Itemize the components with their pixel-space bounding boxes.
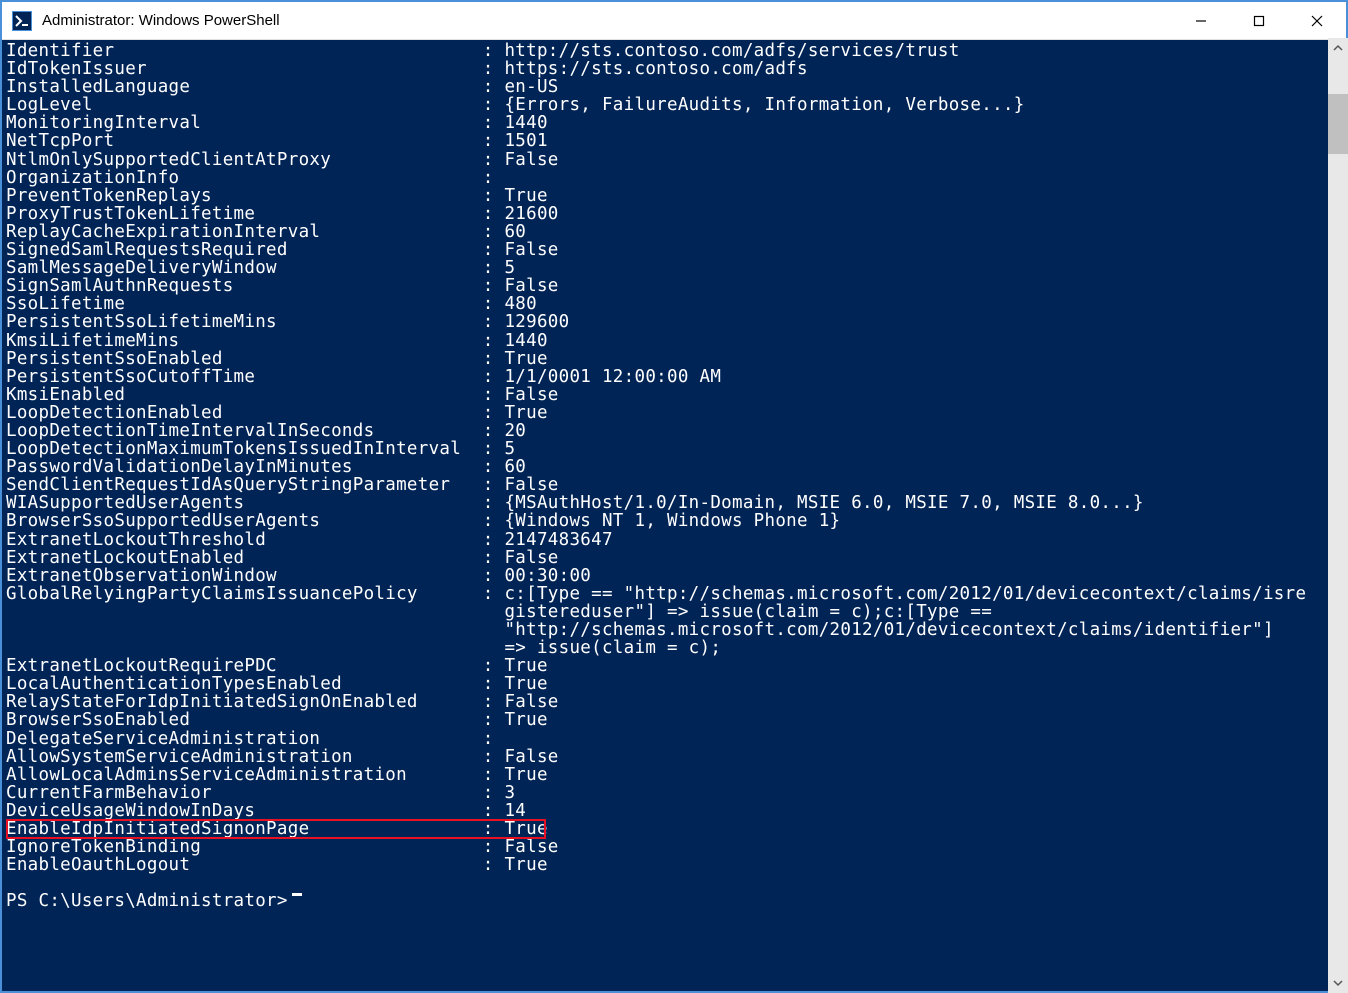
property-row: PersistentSsoCutoffTime : 1/1/0001 12:00… [6,368,1346,386]
property-row: LoopDetectionTimeIntervalInSeconds : 20 [6,422,1346,440]
property-row: ExtranetLockoutEnabled : False [6,549,1346,567]
window-title: Administrator: Windows PowerShell [42,12,1172,29]
vertical-scrollbar[interactable] [1328,38,1348,993]
property-row: GlobalRelyingPartyClaimsIssuancePolicy :… [6,585,1346,603]
property-row: BrowserSsoSupportedUserAgents : {Windows… [6,512,1346,530]
property-row: PersistentSsoLifetimeMins : 129600 [6,313,1346,331]
powershell-icon [12,11,32,31]
property-row: AllowLocalAdminsServiceAdministration : … [6,766,1346,784]
property-row: BrowserSsoEnabled : True [6,711,1346,729]
property-continuation: "http://schemas.microsoft.com/2012/01/de… [6,621,1346,639]
scroll-up-arrow[interactable] [1328,38,1348,58]
property-row: SendClientRequestIdAsQueryStringParamete… [6,476,1346,494]
property-row: IgnoreTokenBinding : False [6,838,1346,856]
property-row: PasswordValidationDelayInMinutes : 60 [6,458,1346,476]
titlebar[interactable]: Administrator: Windows PowerShell [2,2,1346,40]
chevron-up-icon [1333,43,1343,53]
property-row: OrganizationInfo : [6,169,1346,187]
minimize-button[interactable] [1172,2,1230,39]
maximize-button[interactable] [1230,2,1288,39]
property-row: DeviceUsageWindowInDays : 14 [6,802,1346,820]
property-continuation: gistereduser"] => issue(claim = c);c:[Ty… [6,603,1346,621]
property-row: EnableIdpInitiatedSignonPage : True [6,820,1346,838]
property-row: IdTokenIssuer : https://sts.contoso.com/… [6,60,1346,78]
property-row: LoopDetectionEnabled : True [6,404,1346,422]
property-row: ExtranetLockoutThreshold : 2147483647 [6,531,1346,549]
property-row: ReplayCacheExpirationInterval : 60 [6,223,1346,241]
maximize-icon [1253,15,1265,27]
property-row: PreventTokenReplays : True [6,187,1346,205]
property-row: NetTcpPort : 1501 [6,132,1346,150]
property-row: RelayStateForIdpInitiatedSignOnEnabled :… [6,693,1346,711]
close-icon [1311,15,1323,27]
terminal-text: Identifier : http://sts.contoso.com/adfs… [6,42,1346,910]
property-row: WIASupportedUserAgents : {MSAuthHost/1.0… [6,494,1346,512]
property-row: SignSamlAuthnRequests : False [6,277,1346,295]
cursor [292,893,302,896]
property-row: AllowSystemServiceAdministration : False [6,748,1346,766]
property-row: SsoLifetime : 480 [6,295,1346,313]
window-controls [1172,2,1346,39]
property-row: KmsiEnabled : False [6,386,1346,404]
property-row: PersistentSsoEnabled : True [6,350,1346,368]
property-row: KmsiLifetimeMins : 1440 [6,332,1346,350]
property-row: SamlMessageDeliveryWindow : 5 [6,259,1346,277]
property-row: EnableOauthLogout : True [6,856,1346,874]
property-row: ExtranetLockoutRequirePDC : True [6,657,1346,675]
powershell-window: Administrator: Windows PowerShell Identi… [2,2,1346,991]
property-row: LoopDetectionMaximumTokensIssuedInInterv… [6,440,1346,458]
minimize-icon [1195,15,1207,27]
prompt-line[interactable]: PS C:\Users\Administrator> [6,892,1346,910]
property-row: LocalAuthenticationTypesEnabled : True [6,675,1346,693]
scroll-down-arrow[interactable] [1328,973,1348,993]
property-continuation: => issue(claim = c); [6,639,1346,657]
property-row: MonitoringInterval : 1440 [6,114,1346,132]
property-row: DelegateServiceAdministration : [6,730,1346,748]
property-row: InstalledLanguage : en-US [6,78,1346,96]
property-row: ProxyTrustTokenLifetime : 21600 [6,205,1346,223]
terminal-output[interactable]: Identifier : http://sts.contoso.com/adfs… [2,40,1346,991]
property-row: CurrentFarmBehavior : 3 [6,784,1346,802]
property-row: ExtranetObservationWindow : 00:30:00 [6,567,1346,585]
property-row: LogLevel : {Errors, FailureAudits, Infor… [6,96,1346,114]
close-button[interactable] [1288,2,1346,39]
property-row: NtlmOnlySupportedClientAtProxy : False [6,151,1346,169]
chevron-down-icon [1333,978,1343,988]
scrollbar-thumb[interactable] [1328,94,1348,154]
property-row: Identifier : http://sts.contoso.com/adfs… [6,42,1346,60]
property-row: SignedSamlRequestsRequired : False [6,241,1346,259]
prompt-text: PS C:\Users\Administrator> [6,892,288,910]
